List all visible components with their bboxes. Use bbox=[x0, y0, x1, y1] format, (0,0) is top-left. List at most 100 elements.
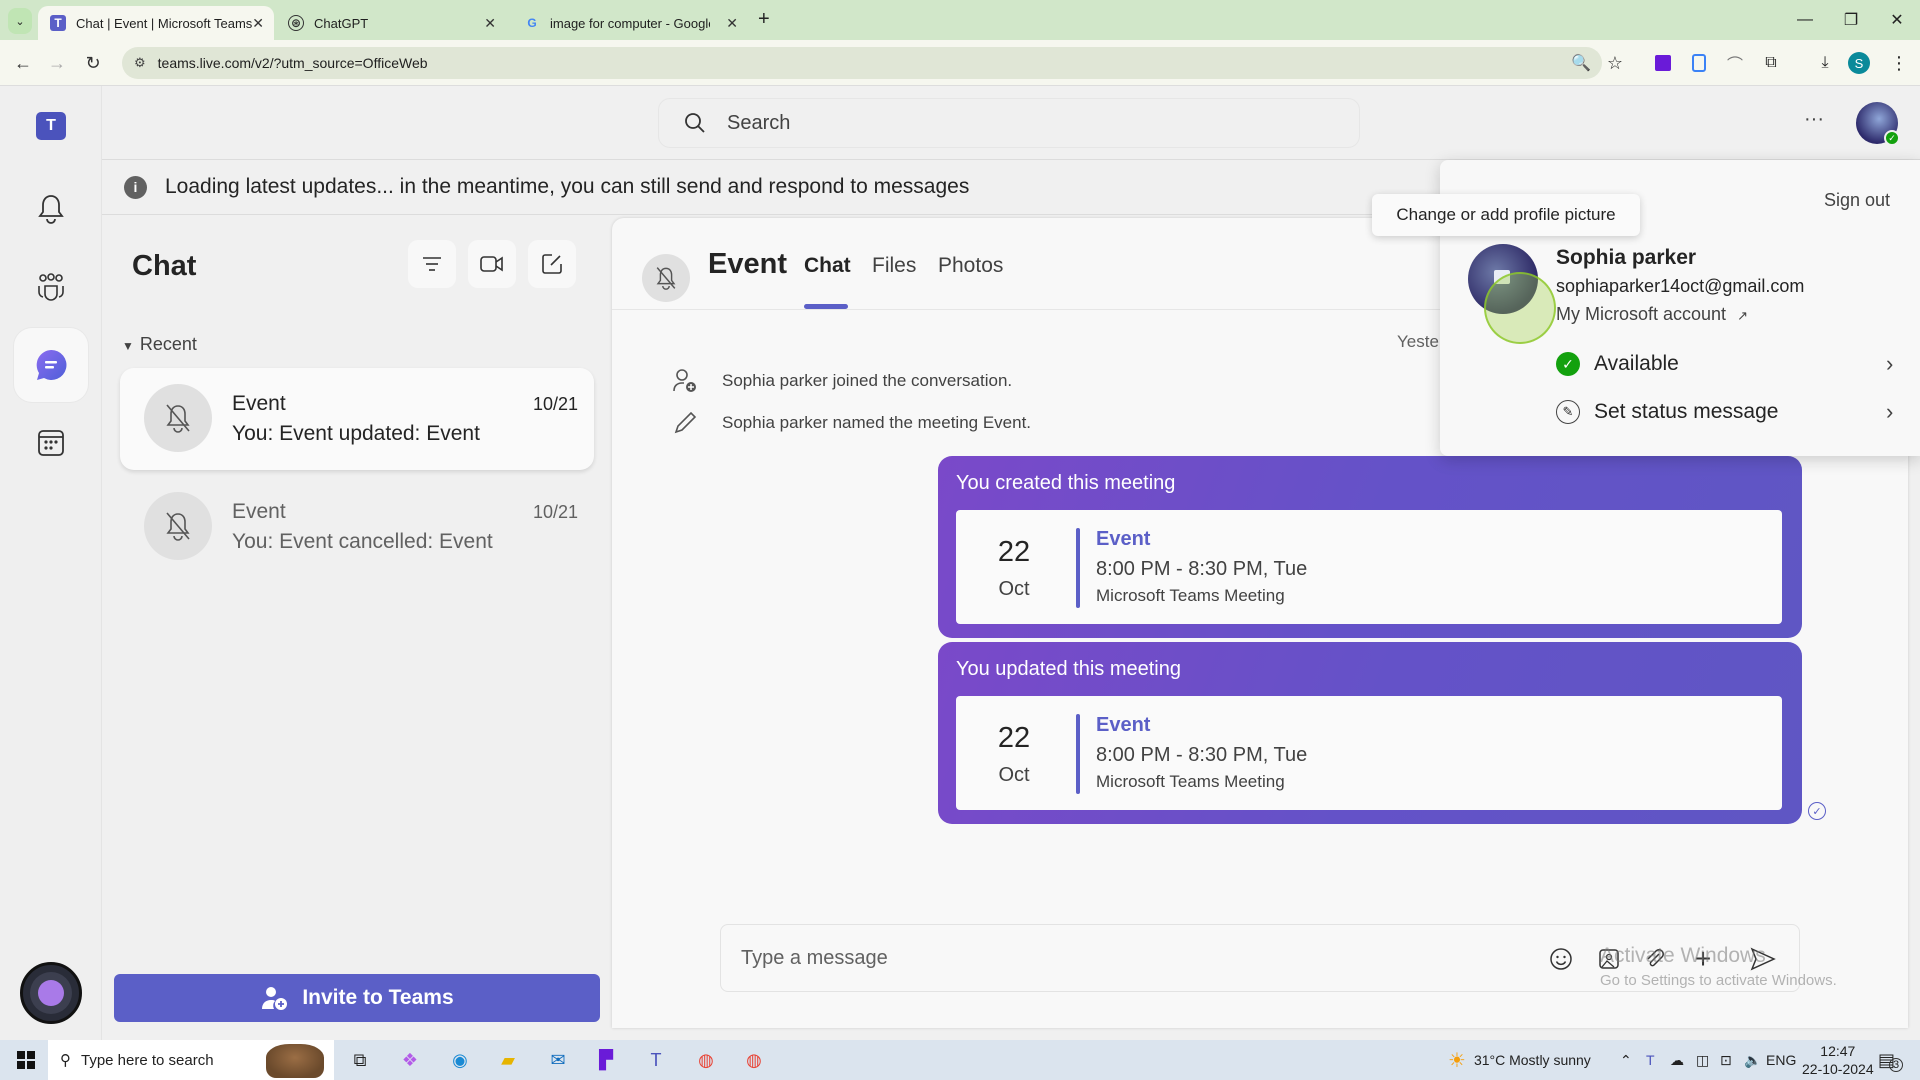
meet-now-button[interactable] bbox=[468, 240, 516, 288]
chat-icon bbox=[36, 349, 67, 380]
new-chat-button[interactable] bbox=[528, 240, 576, 288]
teams-taskbar-icon[interactable]: T bbox=[642, 1046, 670, 1074]
set-status-message-button[interactable]: ✎ Set status message › bbox=[1556, 399, 1893, 424]
browser-menu-icon[interactable]: ⋮ bbox=[1886, 50, 1912, 76]
add-person-icon bbox=[262, 987, 288, 1010]
language-indicator[interactable]: ENG bbox=[1766, 1040, 1796, 1080]
chat-name: Event bbox=[232, 500, 286, 523]
browser-profile-avatar[interactable]: S bbox=[1848, 52, 1870, 74]
meeting-title[interactable]: Event bbox=[1096, 714, 1150, 737]
volume-icon[interactable]: 🔈 bbox=[1744, 1040, 1761, 1080]
tab-search-button[interactable]: ⌄ bbox=[8, 8, 32, 34]
windows-start-button[interactable] bbox=[12, 1046, 40, 1074]
sent-check-icon: ✓ bbox=[1808, 802, 1826, 820]
chat-list-item[interactable]: Event You: Event cancelled: Event 10/21 bbox=[120, 476, 594, 578]
browser-tab-teams[interactable]: T Chat | Event | Microsoft Teams ✕ bbox=[38, 6, 274, 40]
new-tab-button[interactable]: + bbox=[758, 8, 770, 31]
profile-email: sophiaparker14oct@gmail.com bbox=[1556, 276, 1805, 296]
weather-widget[interactable]: ☀ 31°C Mostly sunny bbox=[1448, 1040, 1591, 1080]
tab-files[interactable]: Files bbox=[872, 254, 916, 278]
restore-button[interactable]: ❐ bbox=[1828, 6, 1874, 34]
video-camera-icon bbox=[480, 256, 503, 272]
status-selector[interactable]: ✓ Available › bbox=[1556, 351, 1893, 376]
search-icon: ⚲ bbox=[60, 1052, 71, 1069]
chrome-profile-a-icon[interactable]: ◍ bbox=[692, 1046, 720, 1074]
rail-calendar[interactable] bbox=[14, 406, 88, 480]
network-icon[interactable]: ⊡ bbox=[1720, 1040, 1732, 1080]
show-hidden-icons[interactable]: ⌃ bbox=[1620, 1040, 1632, 1080]
meeting-title[interactable]: Event bbox=[1096, 528, 1150, 551]
rail-communities[interactable] bbox=[14, 250, 88, 324]
back-button[interactable]: ← bbox=[8, 48, 38, 78]
forward-button[interactable]: → bbox=[42, 48, 72, 78]
browser-tab-chatgpt[interactable]: ⊛ ChatGPT ✕ bbox=[276, 6, 506, 40]
file-explorer-icon[interactable]: ▰ bbox=[494, 1046, 522, 1074]
person-add-icon bbox=[673, 369, 696, 392]
screen-recorder-button[interactable] bbox=[20, 962, 82, 1024]
tab-photos[interactable]: Photos bbox=[938, 254, 1003, 278]
teams-tray-icon[interactable]: T bbox=[1646, 1040, 1655, 1080]
meeting-accent-bar bbox=[1076, 528, 1080, 608]
meeting-details[interactable]: 22 Oct Event 8:00 PM - 8:30 PM, Tue Micr… bbox=[956, 696, 1782, 810]
set-status-label: Set status message bbox=[1594, 400, 1779, 423]
bell-icon bbox=[38, 195, 64, 224]
group-avatar bbox=[144, 492, 212, 560]
meeting-card[interactable]: You updated this meeting 22 Oct Event 8:… bbox=[938, 642, 1802, 824]
notification-center-button[interactable]: ▤ 3 bbox=[1878, 1040, 1904, 1080]
info-icon: i bbox=[124, 175, 147, 199]
profile-name: Sophia parker bbox=[1556, 246, 1697, 269]
tab-title: image for computer - Google S bbox=[550, 15, 710, 31]
mail-icon[interactable]: ✉ bbox=[544, 1046, 572, 1074]
extension-icon[interactable]: ⌒ bbox=[1722, 50, 1748, 76]
microsoft-account-link[interactable]: My Microsoft account ↗ bbox=[1556, 304, 1748, 325]
google-icon: G bbox=[527, 16, 537, 30]
recent-section-toggle[interactable]: ▼ Recent bbox=[122, 334, 197, 355]
onedrive-icon[interactable]: ☁ bbox=[1670, 1040, 1684, 1080]
meeting-details[interactable]: 22 Oct Event 8:00 PM - 8:30 PM, Tue Micr… bbox=[956, 510, 1782, 624]
group-avatar bbox=[144, 384, 212, 452]
close-tab-icon[interactable]: ✕ bbox=[252, 15, 264, 32]
close-tab-icon[interactable]: ✕ bbox=[726, 15, 738, 32]
rail-activity[interactable] bbox=[14, 172, 88, 246]
tab-chat[interactable]: Chat bbox=[804, 254, 851, 278]
chat-list-item[interactable]: Event You: Event updated: Event 10/21 bbox=[120, 368, 594, 470]
chevron-right-icon: › bbox=[1886, 399, 1894, 424]
copilot-icon[interactable]: ❖ bbox=[396, 1046, 424, 1074]
app-icon[interactable]: ▛ bbox=[592, 1046, 620, 1074]
minimize-button[interactable]: — bbox=[1782, 6, 1828, 34]
clock[interactable]: 12:47 22-10-2024 bbox=[1802, 1040, 1874, 1080]
bookmark-star-icon[interactable]: ☆ bbox=[1602, 50, 1628, 76]
system-message: Sophia parker joined the conversation. bbox=[670, 368, 1012, 394]
chat-date: 10/21 bbox=[532, 502, 578, 522]
conversation-title: Event bbox=[708, 248, 787, 280]
edge-icon[interactable]: ◉ bbox=[446, 1046, 474, 1074]
rail-chat[interactable] bbox=[14, 328, 88, 402]
sign-out-button[interactable]: Sign out bbox=[1824, 190, 1890, 211]
more-options-button[interactable]: ··· bbox=[1804, 108, 1824, 131]
meeting-card[interactable]: You created this meeting 22 Oct Event 8:… bbox=[938, 456, 1802, 638]
emoji-button[interactable] bbox=[1546, 944, 1576, 974]
site-settings-icon[interactable]: ⚙ bbox=[134, 55, 146, 71]
download-icon[interactable]: ⤓ bbox=[1812, 50, 1838, 76]
address-bar[interactable]: ⚙ teams.live.com/v2/?utm_source=OfficeWe… bbox=[122, 47, 1602, 79]
filter-button[interactable] bbox=[408, 240, 456, 288]
zoom-icon[interactable]: 🔍 bbox=[1568, 50, 1594, 76]
search-input[interactable]: Search bbox=[658, 98, 1360, 148]
activate-windows-hint: Go to Settings to activate Windows. bbox=[1600, 972, 1837, 989]
taskbar-search[interactable]: ⚲ Type here to search bbox=[48, 1040, 334, 1080]
extension-icon[interactable] bbox=[1650, 50, 1676, 76]
close-window-button[interactable]: ✕ bbox=[1874, 6, 1920, 34]
extensions-puzzle-icon[interactable]: ⧉ bbox=[1758, 50, 1784, 76]
browser-tab-google[interactable]: G image for computer - Google S ✕ bbox=[512, 6, 748, 40]
reload-button[interactable]: ↻ bbox=[78, 48, 108, 78]
task-view-icon[interactable]: ⧉ bbox=[346, 1046, 374, 1074]
profile-avatar-button[interactable]: ✓ bbox=[1856, 102, 1900, 146]
chevron-right-icon: › bbox=[1886, 351, 1894, 376]
close-tab-icon[interactable]: ✕ bbox=[484, 15, 496, 32]
chat-pane-title: Chat bbox=[132, 250, 197, 282]
extension-icon[interactable] bbox=[1686, 50, 1712, 76]
camera-tray-icon[interactable]: ◫ bbox=[1696, 1040, 1709, 1080]
chrome-profile-s-icon[interactable]: ◍ bbox=[740, 1046, 768, 1074]
pencil-icon bbox=[674, 411, 697, 434]
invite-to-teams-button[interactable]: Invite to Teams bbox=[114, 974, 600, 1022]
